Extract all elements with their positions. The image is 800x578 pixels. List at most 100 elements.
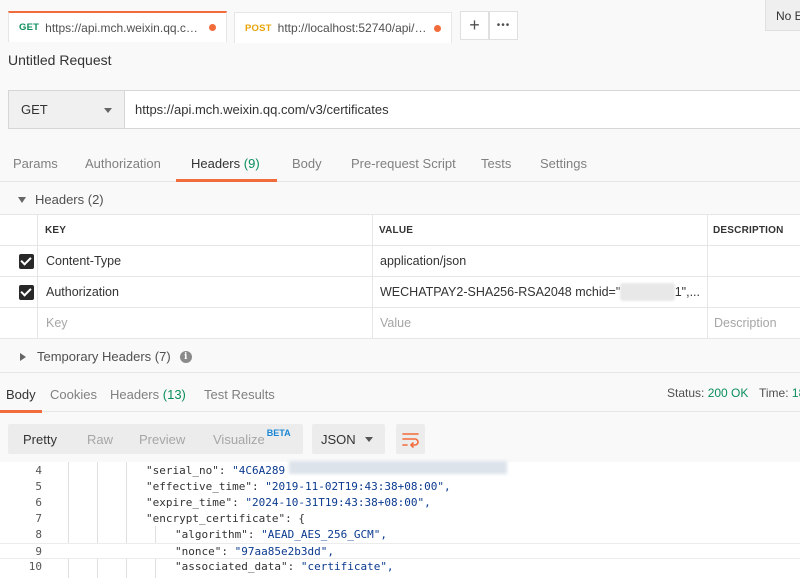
tab-tests[interactable]: Tests [481, 156, 511, 171]
tab-test-results[interactable]: Test Results [204, 387, 275, 402]
method-select[interactable]: GET [9, 91, 125, 128]
view-raw-button[interactable]: Raw [87, 424, 113, 454]
chevron-down-icon [365, 437, 373, 442]
column-divider [37, 215, 38, 245]
header-value[interactable]: WECHATPAY2-SHA256-RSA2048 mchid=" 1",... [380, 277, 700, 307]
view-visualize-button[interactable]: Visualize BETA [213, 424, 291, 454]
line-number: 6 [35, 496, 42, 509]
response-body-code[interactable]: 4 "serial_no": "4C6A289 5 "effective_time":… [0, 462, 800, 578]
code-line: 7 "encrypt_certificate": { [0, 511, 800, 527]
line-number: 5 [35, 480, 42, 493]
plus-icon: + [469, 15, 480, 35]
url-input[interactable] [125, 91, 800, 128]
headers-section-toggle[interactable]: Headers (2) [18, 192, 104, 207]
request-tab-bar: GET https://api.mch.weixin.qq.com/... PO… [0, 0, 800, 43]
column-divider [707, 215, 708, 245]
code-line: 9 "nonce": "97aa85e2b3dd", [0, 543, 800, 559]
column-divider [707, 308, 708, 338]
new-value-input[interactable]: Value [380, 308, 411, 338]
chevron-down-icon [104, 108, 112, 113]
code-line: 10 "associated_data": "certificate", [0, 559, 800, 575]
tab-headers[interactable]: Headers (9) [191, 156, 260, 171]
headers-count: (9) [243, 156, 260, 171]
column-divider [707, 246, 708, 276]
column-divider [37, 308, 38, 338]
tab-response-headers-label: Headers [110, 387, 160, 402]
visualize-label: Visualize [213, 431, 265, 447]
code-line: 5 "effective_time": "2019-11-02T19:43:38+… [0, 479, 800, 495]
request-title[interactable]: Untitled Request [8, 52, 112, 68]
tab-response-body[interactable]: Body [6, 387, 36, 402]
view-pretty-button[interactable]: Pretty [23, 424, 57, 454]
method-value: GET [21, 102, 48, 117]
tab-cookies[interactable]: Cookies [50, 387, 97, 402]
info-icon[interactable]: i [179, 350, 192, 363]
header-value[interactable]: application/json [380, 246, 466, 276]
code-text: "nonce": "97aa85e2b3dd", [175, 545, 334, 558]
code-line: 8 "algorithm": "AEAD_AES_256_GCM", [0, 527, 800, 543]
code-line: 6 "expire_time": "2024-10-31T19:43:38+08:… [0, 495, 800, 511]
header-key[interactable]: Authorization [46, 277, 119, 307]
line-number: 10 [28, 560, 42, 573]
code-text: "encrypt_certificate": { [146, 512, 305, 525]
code-text: "serial_no": "4C6A289 [146, 464, 286, 477]
headers-section-title: Headers (2) [35, 192, 104, 207]
column-divider [372, 246, 373, 276]
format-value: JSON [321, 431, 356, 447]
tab-authorization[interactable]: Authorization [85, 156, 161, 171]
tab-settings[interactable]: Settings [540, 156, 587, 171]
tab-get-request[interactable]: GET https://api.mch.weixin.qq.com/... [8, 11, 227, 42]
code-text: "associated_data": "certificate", [175, 560, 394, 573]
wrap-lines-icon [402, 433, 419, 448]
column-divider [372, 215, 373, 245]
tab-prerequest-script[interactable]: Pre-request Script [351, 156, 456, 171]
line-number: 7 [35, 512, 42, 525]
format-select[interactable]: JSON [312, 424, 385, 454]
header-key[interactable]: Content-Type [46, 246, 121, 276]
caret-right-icon [20, 352, 26, 361]
table-row-new: Key Value Description [0, 308, 800, 339]
temporary-headers-title: Temporary Headers (7) [37, 349, 171, 364]
row-enabled-checkbox[interactable] [19, 285, 34, 300]
code-text: "algorithm": "AEAD_AES_256_GCM", [175, 528, 387, 541]
active-tab-indicator [176, 179, 277, 182]
tab-headers-label: Headers [191, 156, 241, 171]
code-text: "effective_time": "2019-11-02T19:43:38+0… [146, 480, 451, 493]
status-readout: Status: 200 OK [667, 386, 748, 400]
environment-select[interactable]: No Environment [765, 0, 800, 31]
new-description-input[interactable]: Description [714, 308, 777, 338]
line-number: 8 [35, 528, 42, 541]
tab-method: POST [245, 22, 272, 34]
column-divider [372, 277, 373, 307]
redacted-serial [289, 461, 507, 474]
row-enabled-checkbox[interactable] [19, 254, 34, 269]
beta-badge: BETA [266, 428, 291, 438]
unsaved-dot-icon [434, 24, 441, 32]
redacted-mchid [620, 283, 675, 301]
new-tab-button[interactable]: + [460, 11, 489, 40]
table-row: Authorization WECHATPAY2-SHA256-RSA2048 … [0, 277, 800, 308]
view-preview-button[interactable]: Preview [139, 424, 185, 454]
column-divider [37, 277, 38, 307]
more-tabs-button[interactable]: ••• [489, 11, 518, 40]
status-label: Status: [667, 386, 705, 400]
tab-response-headers[interactable]: Headers (13) [110, 387, 186, 402]
column-divider [707, 277, 708, 307]
request-tabs: Params Authorization Headers (9) Body Pr… [0, 146, 800, 182]
header-value-suffix: 1",... [674, 285, 700, 299]
more-horizontal-icon: ••• [496, 20, 511, 31]
tab-params[interactable]: Params [13, 156, 58, 171]
tab-url: http://localhost:52740/api/ali/... [277, 21, 428, 35]
wrap-lines-button[interactable] [396, 424, 425, 454]
temporary-headers-toggle[interactable]: Temporary Headers (7) i [18, 349, 192, 364]
caret-down-icon [18, 196, 26, 203]
code-text: "expire_time": "2024-10-31T19:43:38+08:0… [146, 496, 431, 509]
tab-post-request[interactable]: POST http://localhost:52740/api/ali/... [234, 12, 452, 43]
time-readout: Time: 183 ms [759, 386, 800, 400]
column-key: KEY [45, 224, 67, 236]
column-value: VALUE [379, 224, 414, 236]
tab-body[interactable]: Body [292, 156, 322, 171]
new-key-input[interactable]: Key [46, 308, 68, 338]
column-divider [37, 246, 38, 276]
line-number: 4 [35, 464, 42, 477]
